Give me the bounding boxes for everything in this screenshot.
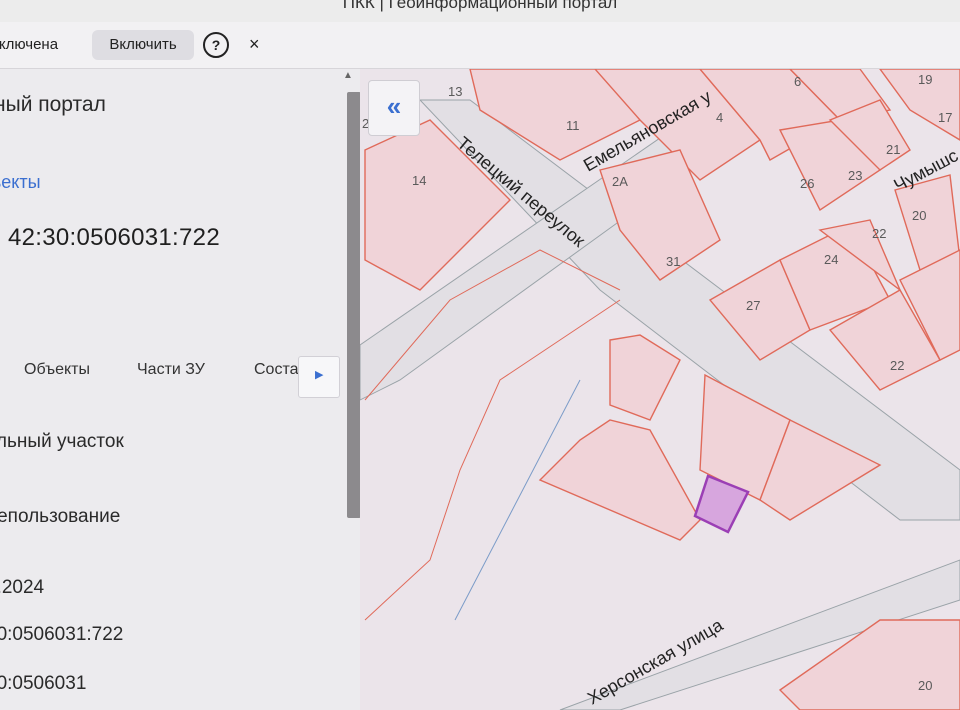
panel-scrollbar[interactable]	[347, 92, 361, 518]
objects-link[interactable]: ъекты	[0, 172, 41, 193]
help-icon[interactable]: ?	[203, 32, 229, 58]
close-icon[interactable]: ×	[249, 34, 260, 55]
translation-status: тключена	[0, 36, 59, 53]
lot-label: 23	[848, 168, 862, 183]
field-quarter: 30:0506031	[0, 673, 87, 694]
lot-label: 2А	[612, 174, 628, 189]
lot-label: 24	[824, 252, 838, 267]
lot-label: 4	[716, 110, 723, 125]
lot-label: 21	[886, 142, 900, 157]
lot-label: 17	[938, 110, 952, 125]
lot-label: 27	[746, 298, 760, 313]
lot-label: 20	[918, 678, 932, 693]
field-category: ельный участок	[0, 431, 124, 452]
lot-label: 14	[412, 173, 426, 188]
translation-toolbar: тключена Включить ? ×	[0, 22, 960, 69]
field-usage: лепользование	[0, 506, 121, 527]
window-title: ПКК | Геоинформационный портал	[0, 0, 960, 22]
lot-label: 22	[872, 226, 886, 241]
lot-label: 26	[800, 176, 814, 191]
scroll-up-icon[interactable]: ▲	[343, 70, 353, 81]
lot-label: 13	[448, 84, 462, 99]
tab-objects[interactable]: Объекты	[24, 361, 90, 379]
lot-label: 20	[912, 208, 926, 223]
tabs-next-button[interactable]: ▶	[298, 356, 340, 398]
chevron-right-icon: ▶	[315, 369, 324, 381]
cadastral-map[interactable]: Телецкий переулок Емельяновская у Херсон…	[360, 69, 960, 710]
lot-label: 11	[566, 118, 580, 133]
enable-button[interactable]: Включить	[92, 30, 194, 60]
lot-label: 19	[918, 72, 932, 87]
collapse-panel-button[interactable]: «	[368, 80, 420, 136]
field-date: 7.2024	[0, 577, 45, 598]
field-cadastral-number: 30:0506031:722	[0, 624, 124, 645]
lot-label: 6	[794, 74, 801, 89]
tab-composition[interactable]: Соста	[254, 361, 299, 379]
cadastral-number: 42:30:0506031:722	[8, 224, 220, 251]
panel-title: ный портал	[0, 93, 106, 116]
info-panel: ный портал ъекты 42:30:0506031:722 Объек…	[0, 69, 360, 710]
tab-parts[interactable]: Части ЗУ	[137, 361, 205, 379]
lot-label: 31	[666, 254, 680, 269]
lot-label: 22	[890, 358, 904, 373]
